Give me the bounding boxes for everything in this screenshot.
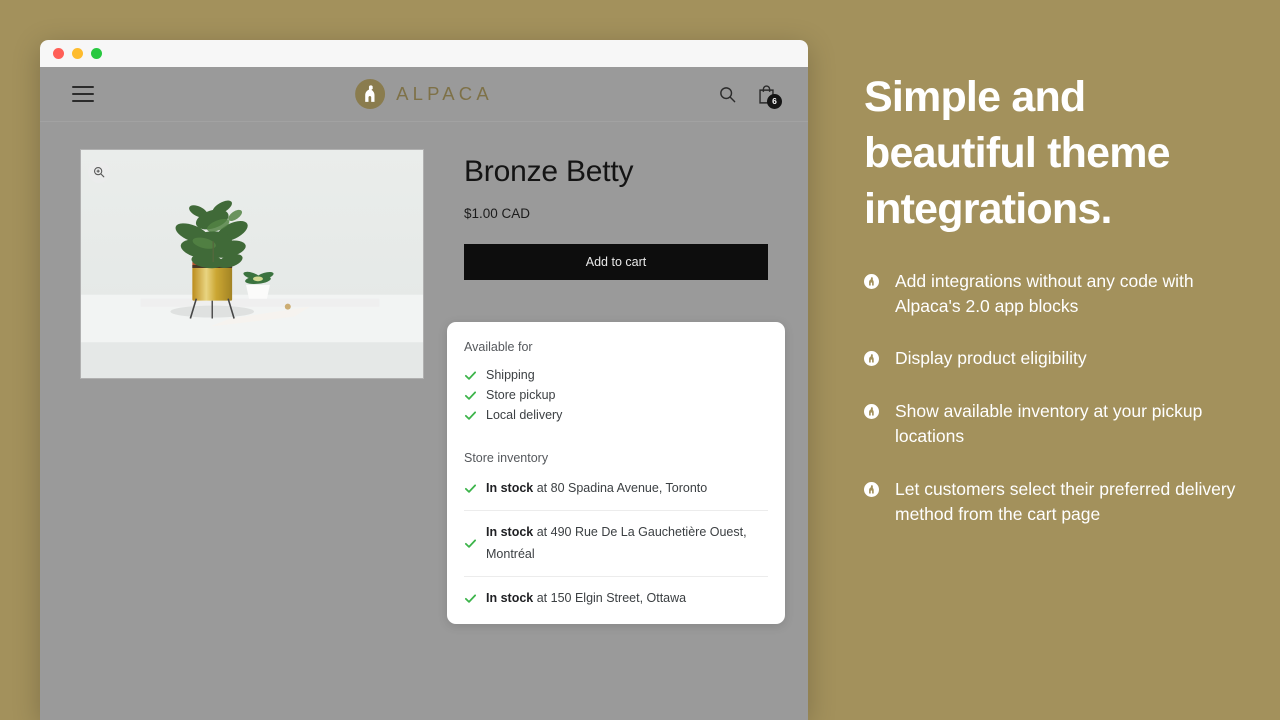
inventory-location: at 80 Spadina Avenue, Toronto xyxy=(533,481,708,495)
check-icon xyxy=(464,370,477,380)
feature-text: Let customers select their preferred del… xyxy=(895,478,1236,524)
store-header: ALPACA 6 xyxy=(40,67,808,122)
inventory-text: In stock at 80 Spadina Avenue, Toronto xyxy=(486,478,707,499)
brand-logo[interactable]: ALPACA xyxy=(355,79,493,109)
search-icon[interactable] xyxy=(718,85,737,104)
feature-item: Display product eligibility xyxy=(864,346,1256,371)
alpaca-mark-icon xyxy=(355,79,386,109)
alpaca-bullet-icon xyxy=(864,403,879,419)
product-price: $1.00 CAD xyxy=(464,206,531,221)
delivery-method-label: Local delivery xyxy=(486,408,563,422)
browser-titlebar xyxy=(40,40,808,67)
feature-text: Add integrations without any code with A… xyxy=(895,270,1194,317)
window-zoom-button[interactable] xyxy=(91,48,102,59)
hamburger-line xyxy=(72,86,94,88)
feature-text: Show available inventory at your pickup … xyxy=(895,400,1203,447)
alpaca-bullet-icon xyxy=(864,273,879,289)
check-icon xyxy=(464,484,477,493)
delivery-method-label: Shipping xyxy=(486,368,535,382)
page-title: Bronze Betty xyxy=(464,155,634,188)
store-inventory-list: In stock at 80 Spadina Avenue, Toronto I… xyxy=(464,469,768,624)
inventory-row: In stock at 490 Rue De La Gauchetière Ou… xyxy=(464,510,768,576)
window-close-button[interactable] xyxy=(53,48,64,59)
inventory-status: In stock xyxy=(486,525,534,540)
inventory-status: In stock xyxy=(486,590,534,605)
feature-item: Let customers select their preferred del… xyxy=(864,477,1256,528)
inventory-row: In stock at 80 Spadina Avenue, Toronto xyxy=(464,469,768,510)
check-icon xyxy=(464,390,477,400)
delivery-methods-list: Shipping Store pickup Local delivery xyxy=(464,365,768,425)
marketing-panel: Simple and beautiful theme integrations.… xyxy=(864,70,1256,554)
add-to-cart-button[interactable]: Add to cart xyxy=(464,244,768,280)
check-icon xyxy=(464,539,477,548)
cart-count-badge: 6 xyxy=(767,93,782,109)
delivery-method-label: Store pickup xyxy=(486,388,556,402)
feature-list: Add integrations without any code with A… xyxy=(864,269,1256,528)
check-icon xyxy=(464,594,477,603)
inventory-row: In stock at 150 Elgin Street, Ottawa xyxy=(464,575,768,624)
feature-text: Display product eligibility xyxy=(895,348,1087,369)
check-icon xyxy=(464,410,477,420)
store-page: ALPACA 6 Bronze Betty $1.00 CAD Add to c… xyxy=(40,67,808,720)
inventory-text: In stock at 150 Elgin Street, Ottawa xyxy=(486,588,686,609)
marketing-heading: Simple and beautiful theme integrations. xyxy=(864,73,1171,233)
inventory-text: In stock at 490 Rue De La Gauchetière Ou… xyxy=(486,522,768,565)
product-gallery xyxy=(80,149,424,379)
hamburger-icon[interactable] xyxy=(72,86,94,102)
available-for-title: Available for xyxy=(464,340,533,354)
delivery-method-store-pickup: Store pickup xyxy=(464,385,768,405)
hamburger-line xyxy=(72,93,94,95)
magnifier-plus-icon[interactable] xyxy=(88,161,110,183)
inventory-status: In stock xyxy=(486,481,534,495)
brand-name: ALPACA xyxy=(396,83,493,104)
window-minimize-button[interactable] xyxy=(72,48,83,59)
store-inventory-title: Store inventory xyxy=(464,451,549,465)
delivery-method-shipping: Shipping xyxy=(464,365,768,385)
shopping-bag-icon[interactable]: 6 xyxy=(757,84,782,109)
header-actions: 6 xyxy=(718,84,782,109)
product-image[interactable] xyxy=(80,149,424,379)
browser-window: ALPACA 6 Bronze Betty $1.00 CAD Add to c… xyxy=(40,40,808,720)
availability-card: Available for Shipping Store pickup Loca… xyxy=(447,322,785,624)
feature-item: Show available inventory at your pickup … xyxy=(864,399,1256,450)
feature-item: Add integrations without any code with A… xyxy=(864,269,1256,320)
delivery-method-local-delivery: Local delivery xyxy=(464,405,768,425)
hamburger-line xyxy=(72,100,94,102)
inventory-location: at 150 Elgin Street, Ottawa xyxy=(533,590,687,605)
alpaca-bullet-icon xyxy=(864,481,879,497)
alpaca-bullet-icon xyxy=(864,351,879,367)
